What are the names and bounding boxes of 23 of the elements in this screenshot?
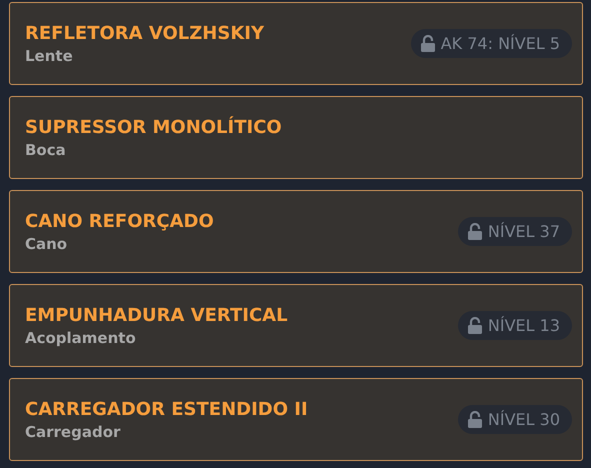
attachment-card[interactable]: SUPRESSOR MONOLÍTICO Boca [9, 96, 583, 179]
attachment-slot: Boca [25, 140, 282, 158]
attachment-slot: Acoplamento [25, 328, 288, 346]
attachment-card[interactable]: CANO REFORÇADO Cano NÍVEL 37 [9, 190, 583, 273]
attachment-name: SUPRESSOR MONOLÍTICO [25, 116, 282, 138]
attachment-card[interactable]: REFLETORA VOLZHSKIY Lente AK 74: NÍVEL 5 [9, 2, 583, 85]
attachment-card[interactable]: EMPUNHADURA VERTICAL Acoplamento NÍVEL 13 [9, 284, 583, 367]
attachment-slot: Lente [25, 46, 264, 64]
unlocked-padlock-icon [420, 35, 435, 52]
attachment-slot: Cano [25, 234, 214, 252]
unlocked-padlock-icon [468, 223, 482, 240]
attachment-name: EMPUNHADURA VERTICAL [25, 304, 288, 326]
unlocked-padlock-icon [468, 317, 482, 334]
unlock-requirement: NÍVEL 13 [488, 316, 560, 335]
attachment-card[interactable]: CARREGADOR ESTENDIDO II Carregador NÍVEL 30 [9, 378, 583, 461]
attachment-name: REFLETORA VOLZHSKIY [25, 22, 264, 44]
unlock-requirement: NÍVEL 37 [488, 222, 560, 241]
attachment-name: CARREGADOR ESTENDIDO II [25, 398, 308, 420]
unlocked-padlock-icon [468, 411, 482, 428]
unlock-requirement: AK 74: NÍVEL 5 [440, 34, 560, 53]
unlock-requirement: NÍVEL 30 [488, 410, 560, 429]
attachment-name: CANO REFORÇADO [25, 210, 214, 232]
attachment-slot: Carregador [25, 422, 308, 440]
